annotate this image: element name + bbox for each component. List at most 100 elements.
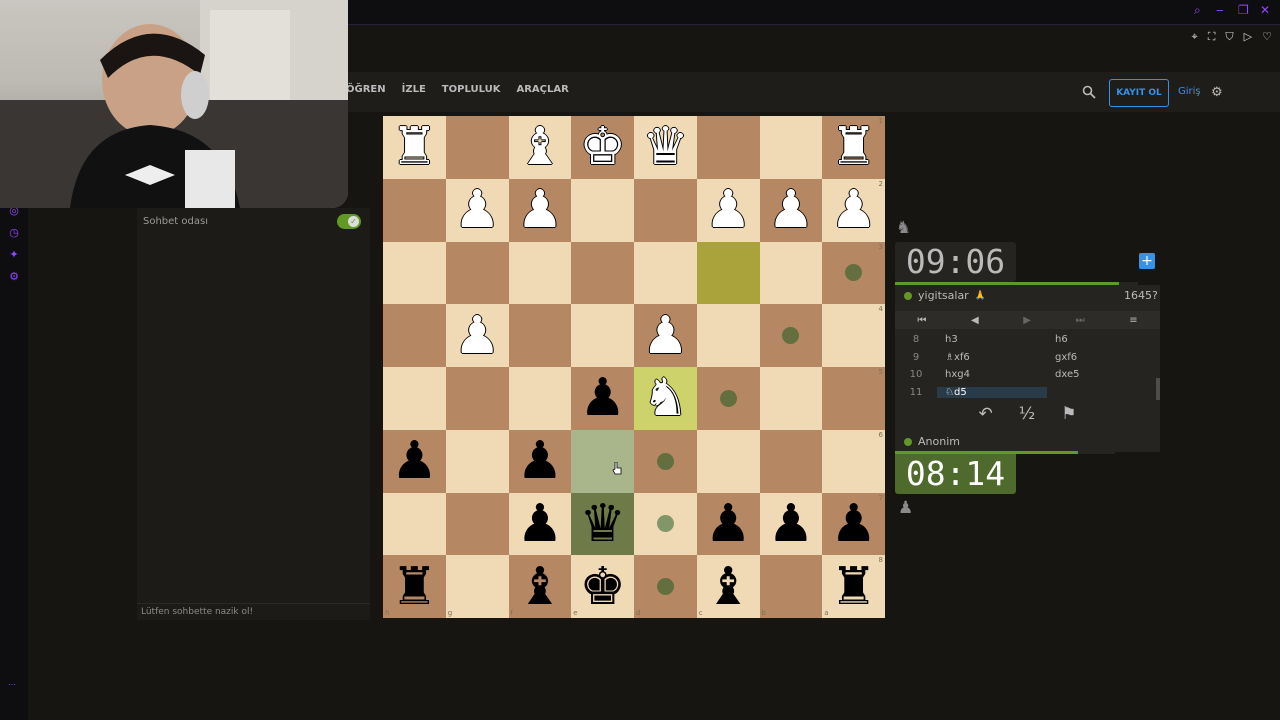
chess-piece[interactable]: ♟ bbox=[705, 184, 752, 236]
move-white[interactable]: hxg4 bbox=[937, 369, 1047, 380]
board-square[interactable]: ♟ bbox=[383, 429, 446, 493]
board-square[interactable] bbox=[759, 116, 823, 179]
board-square[interactable]: ♛ bbox=[571, 492, 634, 556]
board-square[interactable] bbox=[383, 367, 446, 430]
move-white-current[interactable]: ♘d5 bbox=[937, 386, 1047, 398]
board-square[interactable]: ♟ bbox=[696, 178, 760, 242]
board-square[interactable] bbox=[634, 178, 697, 242]
board-square[interactable] bbox=[445, 241, 509, 305]
nav-watch[interactable]: İZLE bbox=[402, 84, 426, 95]
board-square[interactable] bbox=[634, 492, 697, 556]
next-move-icon[interactable]: ▶ bbox=[1023, 315, 1031, 326]
chess-piece[interactable]: ♟ bbox=[642, 310, 689, 362]
move-black[interactable]: gxf6 bbox=[1047, 352, 1157, 363]
takeback-icon[interactable]: ↶ bbox=[979, 404, 993, 424]
chess-piece[interactable]: ♜ bbox=[391, 561, 438, 613]
board-square[interactable]: ♟ bbox=[571, 367, 634, 430]
chess-piece[interactable]: ♟ bbox=[705, 498, 752, 550]
board-square[interactable]: 6 bbox=[822, 429, 885, 493]
board-square[interactable] bbox=[383, 304, 446, 367]
first-move-icon[interactable]: ⏮ bbox=[917, 315, 926, 326]
prev-move-icon[interactable]: ◀ bbox=[971, 315, 979, 326]
puzzle-icon[interactable]: ✦ bbox=[8, 249, 20, 261]
board-square[interactable]: b bbox=[759, 555, 823, 618]
chess-piece[interactable]: ♛ bbox=[642, 121, 689, 173]
move-white[interactable]: h3 bbox=[937, 334, 1047, 345]
chess-piece[interactable]: ♟ bbox=[579, 372, 626, 424]
board-square[interactable]: ♟ bbox=[508, 429, 572, 493]
board-square[interactable] bbox=[508, 241, 572, 305]
chess-piece[interactable]: ♟ bbox=[517, 498, 564, 550]
search-icon[interactable] bbox=[1082, 85, 1096, 99]
player-top[interactable]: yigitsalar 🙏 bbox=[904, 289, 986, 302]
board-square[interactable] bbox=[383, 241, 446, 305]
chess-piece[interactable]: ♞ bbox=[642, 372, 689, 424]
chess-piece[interactable]: ♟ bbox=[454, 310, 501, 362]
pin-icon[interactable]: ⌖ bbox=[1192, 30, 1198, 44]
board-square[interactable]: ♜ bbox=[383, 116, 446, 179]
play-icon[interactable]: ▷ bbox=[1244, 30, 1252, 44]
chat-input[interactable]: Lütfen sohbette nazik ol! bbox=[137, 603, 370, 620]
move-hint-dot[interactable] bbox=[845, 264, 863, 282]
chat-toggle[interactable]: ✓ bbox=[337, 214, 361, 229]
board-square[interactable]: ♜ 1 bbox=[822, 116, 885, 179]
shield-icon[interactable]: ⛉ bbox=[1225, 30, 1233, 44]
board-square[interactable] bbox=[508, 304, 572, 367]
move-hint-dot[interactable] bbox=[719, 389, 737, 407]
board-square[interactable] bbox=[759, 241, 823, 305]
chess-piece[interactable]: ♟ bbox=[454, 184, 501, 236]
board-square[interactable]: 4 bbox=[822, 304, 885, 367]
chess-piece[interactable]: ♚ bbox=[579, 121, 626, 173]
board-square[interactable]: 3 bbox=[822, 241, 885, 305]
screenshot-icon[interactable]: ⛶ bbox=[1208, 30, 1216, 44]
chess-piece[interactable]: ♜ bbox=[830, 121, 877, 173]
board-square[interactable] bbox=[759, 304, 823, 367]
chess-piece[interactable]: ♟ bbox=[830, 498, 877, 550]
board-square[interactable]: ♟ bbox=[508, 178, 572, 242]
board-square[interactable] bbox=[634, 429, 697, 493]
board-square[interactable] bbox=[508, 367, 572, 430]
board-square[interactable] bbox=[445, 367, 509, 430]
close-icon[interactable]: ✕ bbox=[1260, 4, 1272, 16]
board-square[interactable] bbox=[445, 492, 509, 556]
board-square[interactable]: ♟ bbox=[508, 492, 572, 556]
chess-piece[interactable]: ♟ bbox=[768, 184, 815, 236]
gear-icon[interactable]: ⚙ bbox=[1211, 85, 1223, 100]
board-square[interactable]: ♝ bbox=[508, 116, 572, 179]
board-square[interactable] bbox=[383, 492, 446, 556]
chess-piece[interactable]: ♝ bbox=[705, 561, 752, 613]
clock-icon[interactable]: ◷ bbox=[8, 227, 20, 239]
chess-piece[interactable]: ♛ bbox=[579, 498, 626, 550]
board-square[interactable]: ♞ bbox=[634, 367, 697, 430]
board-square[interactable]: ♜ h bbox=[383, 555, 446, 618]
board-square[interactable]: ♟ bbox=[759, 492, 823, 556]
chess-piece[interactable]: ♟ bbox=[517, 435, 564, 487]
board-square[interactable]: ♟ bbox=[445, 304, 509, 367]
last-move-icon[interactable]: ⏭ bbox=[1076, 315, 1085, 326]
board-square[interactable]: ♟ bbox=[634, 304, 697, 367]
board-square[interactable] bbox=[696, 116, 760, 179]
chess-piece[interactable]: ♜ bbox=[830, 561, 877, 613]
player-bottom[interactable]: Anonim bbox=[904, 435, 960, 448]
nav-community[interactable]: TOPLULUK bbox=[442, 84, 501, 95]
settings-icon[interactable]: ⚙ bbox=[8, 271, 20, 283]
board-square[interactable]: ♝ c bbox=[696, 555, 760, 618]
move-hint-dot[interactable] bbox=[782, 327, 800, 345]
resign-flag-icon[interactable]: ⚑ bbox=[1061, 404, 1076, 424]
board-square[interactable] bbox=[696, 429, 760, 493]
board-square[interactable]: ♝ f bbox=[508, 555, 572, 618]
board-square[interactable]: ♟ bbox=[445, 178, 509, 242]
chess-piece[interactable]: ♟ bbox=[517, 184, 564, 236]
board-square[interactable]: d bbox=[634, 555, 697, 618]
board-square[interactable] bbox=[571, 241, 634, 305]
search-icon[interactable]: ⌕ bbox=[1194, 4, 1206, 16]
board-square[interactable] bbox=[445, 429, 509, 493]
draw-offer-button[interactable]: ½ bbox=[1019, 404, 1035, 424]
board-square[interactable]: ♟ bbox=[759, 178, 823, 242]
board-square[interactable] bbox=[696, 241, 760, 305]
board-square[interactable] bbox=[759, 367, 823, 430]
login-link[interactable]: Giriş bbox=[1178, 86, 1201, 97]
board-square[interactable] bbox=[759, 429, 823, 493]
board-square[interactable]: ♚ e bbox=[571, 555, 634, 618]
restore-icon[interactable]: ❐ bbox=[1238, 4, 1250, 16]
